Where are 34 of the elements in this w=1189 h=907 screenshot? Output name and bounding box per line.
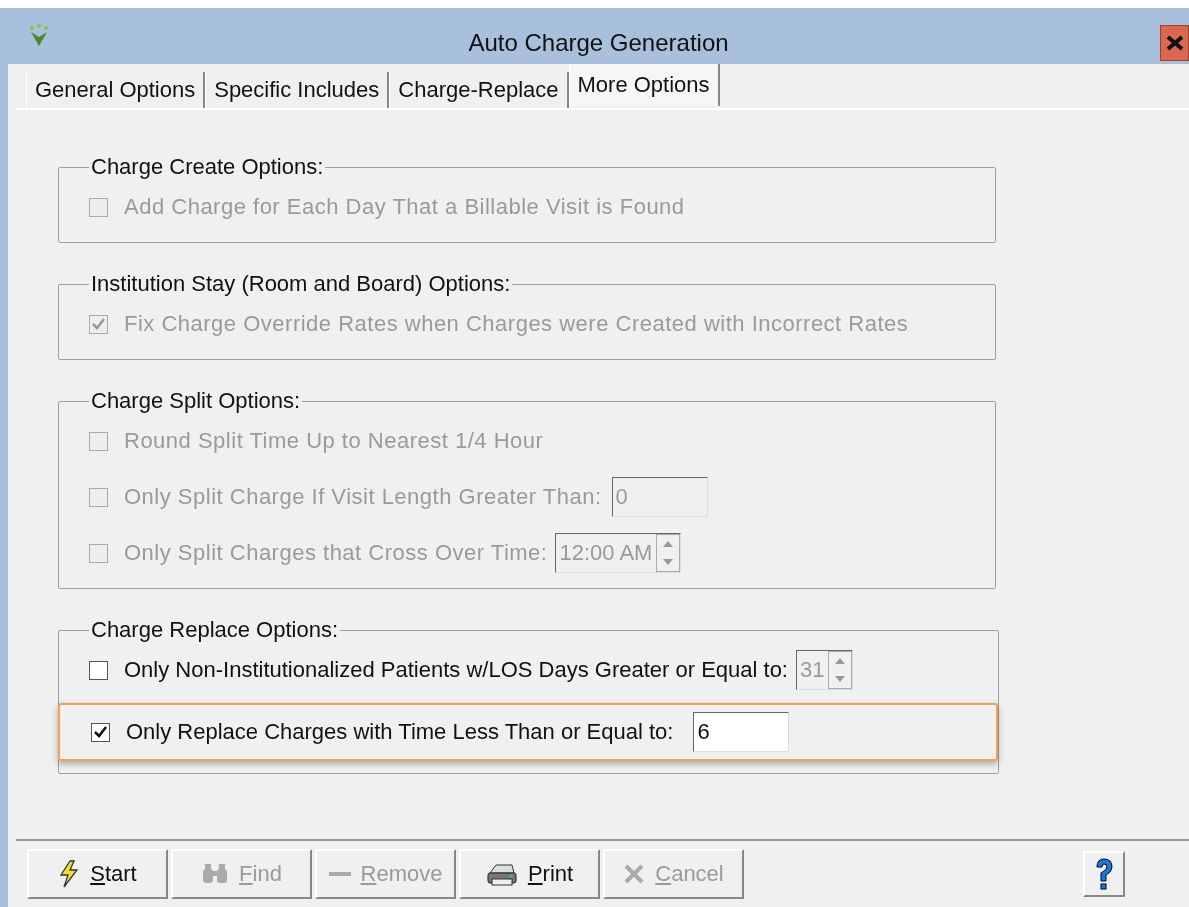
close-icon (1165, 35, 1184, 51)
tab[interactable]: Charge-Replace (389, 72, 569, 108)
checkmark-icon (92, 318, 105, 330)
option-label: Only Non-Institutionalized Patients w/LOS Days Greater or Equal to: (124, 657, 788, 683)
spin-buttons[interactable] (656, 534, 681, 572)
group-title: Charge Replace Options: (90, 617, 340, 643)
minus-icon (328, 871, 351, 877)
printer-icon (485, 861, 518, 887)
app-logo-icon (28, 22, 50, 48)
checkbox[interactable] (91, 722, 110, 742)
option-label: Only Replace Charges with Time Less Than or Equal to: (126, 719, 674, 745)
option-label: Add Charge for Each Day That a Billable Visit is Found (124, 194, 685, 220)
option-label: Fix Charge Override Rates when Charges were Created with Incorrect Rates (124, 311, 909, 337)
checkmark-icon (94, 726, 107, 738)
tab[interactable]: More Options (568, 64, 720, 106)
option-label: Round Split Time Up to Nearest 1/4 Hour (124, 428, 544, 454)
window-title: Auto Charge Generation (468, 28, 729, 57)
lightning-icon (58, 860, 81, 888)
group-title: Institution Stay (Room and Board) Options: (90, 271, 512, 297)
toolbar-button[interactable]: Start (27, 849, 168, 899)
binoculars-icon (201, 863, 230, 885)
group-title: Charge Create Options: (90, 154, 325, 180)
option-label: Only Split Charge If Visit Length Greater Than: (124, 484, 602, 510)
value-field[interactable]: 6 (693, 712, 790, 752)
tab[interactable]: General Options (26, 72, 206, 108)
question-mark-icon (1093, 857, 1115, 891)
help-button[interactable] (1083, 851, 1125, 897)
group-title: Charge Split Options: (90, 388, 302, 414)
checkbox[interactable] (89, 660, 108, 680)
tab[interactable]: Specific Includes (205, 72, 390, 108)
close-button[interactable] (1160, 25, 1189, 61)
option-label: Only Split Charges that Cross Over Time: (124, 540, 548, 566)
toolbar-button[interactable]: Print (459, 849, 600, 899)
x-icon (623, 863, 646, 885)
